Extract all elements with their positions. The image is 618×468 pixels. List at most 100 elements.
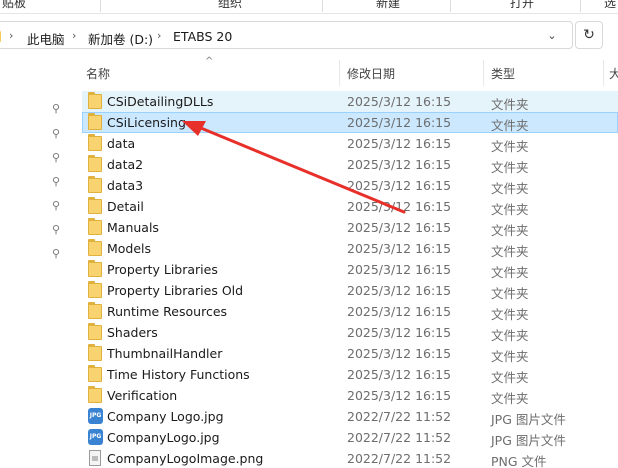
ribbon-open-label[interactable]: 打开: [510, 0, 534, 11]
file-row-property-libraries[interactable]: Property Libraries 2025/3/12 16:15 文件夹: [82, 259, 618, 280]
jpg-file-icon: JPG: [88, 408, 103, 424]
folder-icon: [88, 176, 102, 193]
file-name: CompanyLogo.jpg: [107, 430, 220, 445]
file-type: 文件夹: [491, 286, 529, 301]
file-date: 2022/7/22 11:52: [347, 451, 452, 466]
file-type: 文件夹: [491, 307, 529, 322]
file-type: 文件夹: [491, 118, 529, 133]
folder-icon: [88, 344, 102, 361]
file-date: 2025/3/12 16:15: [347, 346, 452, 361]
column-header-date[interactable]: 修改日期: [347, 65, 395, 82]
file-row-runtime-resources[interactable]: Runtime Resources 2025/3/12 16:15 文件夹: [82, 301, 618, 322]
file-row-detail[interactable]: Detail 2025/3/12 16:15 文件夹: [82, 196, 618, 217]
breadcrumb-etabs-20[interactable]: ETABS 20: [173, 29, 232, 44]
ribbon-toolbar: 贴板 组织 新建 打开 选: [0, 0, 618, 14]
chevron-down-icon[interactable]: ⌄: [542, 29, 562, 45]
file-date: 2022/7/22 11:52: [347, 409, 452, 424]
file-name: Property Libraries: [107, 262, 218, 277]
file-date: 2025/3/12 16:15: [347, 241, 452, 256]
file-type: 文件夹: [491, 97, 529, 112]
file-row-time-history-functions[interactable]: Time History Functions 2025/3/12 16:15 文…: [82, 364, 618, 385]
file-date: 2022/7/22 11:52: [347, 430, 452, 445]
file-row-data3[interactable]: data3 2025/3/12 16:15 文件夹: [82, 175, 618, 196]
file-type: JPG 图片文件: [491, 412, 566, 427]
file-date: 2025/3/12 16:15: [347, 283, 452, 298]
breadcrumb-drive-d[interactable]: 新加卷 (D:): [88, 29, 153, 48]
breadcrumb-this-pc[interactable]: 此电脑: [27, 29, 65, 48]
folder-icon: [88, 302, 102, 319]
file-type: 文件夹: [491, 223, 529, 238]
pin-icon[interactable]: ⚲: [50, 248, 62, 260]
column-resize-handle[interactable]: [603, 60, 604, 86]
file-row-property-libraries-old[interactable]: Property Libraries Old 2025/3/12 16:15 文…: [82, 280, 618, 301]
file-row-verification[interactable]: Verification 2025/3/12 16:15 文件夹: [82, 385, 618, 406]
chevron-right-icon[interactable]: ›: [72, 29, 76, 42]
file-row-data[interactable]: data 2025/3/12 16:15 文件夹: [82, 133, 618, 154]
file-type: 文件夹: [491, 181, 529, 196]
folder-icon: [88, 92, 102, 109]
sort-up-icon: ^: [205, 56, 214, 67]
file-row-data2[interactable]: data2 2025/3/12 16:15 文件夹: [82, 154, 618, 175]
file-name: data: [107, 136, 136, 151]
file-date: 2025/3/12 16:15: [347, 199, 452, 214]
file-type: 文件夹: [491, 391, 529, 406]
ribbon-new-label[interactable]: 新建: [376, 0, 400, 11]
file-type: PNG 文件: [491, 454, 547, 468]
ribbon-select-label[interactable]: 选: [604, 0, 616, 11]
file-type: 文件夹: [491, 244, 529, 259]
address-bar-row: › 此电脑 › 新加卷 (D:) › ETABS 20 ⌄ ↻: [0, 18, 618, 52]
refresh-icon[interactable]: ↻: [575, 21, 603, 49]
column-header-size[interactable]: 大: [609, 65, 618, 82]
file-row-shaders[interactable]: Shaders 2025/3/12 16:15 文件夹: [82, 322, 618, 343]
pin-icon[interactable]: ⚲: [50, 152, 62, 164]
pin-icon[interactable]: ⚲: [50, 176, 62, 188]
file-date: 2025/3/12 16:15: [347, 136, 452, 151]
address-bar[interactable]: › 此电脑 › 新加卷 (D:) › ETABS 20 ⌄: [0, 21, 573, 49]
pin-icon[interactable]: ⚲: [50, 128, 62, 140]
pin-icon[interactable]: ⚲: [50, 224, 62, 236]
folder-icon: [0, 31, 1, 42]
file-name: Verification: [107, 388, 178, 403]
file-row-models[interactable]: Models 2025/3/12 16:15 文件夹: [82, 238, 618, 259]
column-header-type[interactable]: 类型: [491, 65, 515, 82]
file-type: 文件夹: [491, 139, 529, 154]
pin-icon[interactable]: ⚲: [50, 103, 62, 115]
folder-icon: [88, 197, 102, 214]
pin-icon[interactable]: ⚲: [50, 200, 62, 212]
folder-icon: [88, 218, 102, 235]
column-resize-handle[interactable]: [483, 60, 484, 86]
folder-icon: [88, 365, 102, 382]
file-date: 2025/3/12 16:15: [347, 157, 452, 172]
jpg-file-icon: JPG: [88, 429, 103, 445]
file-name: Time History Functions: [107, 367, 250, 382]
file-row-csidetailingdlls[interactable]: CSiDetailingDLLs 2025/3/12 16:15 文件夹: [82, 91, 618, 112]
file-row-thumbnailhandler[interactable]: ThumbnailHandler 2025/3/12 16:15 文件夹: [82, 343, 618, 364]
file-date: 2025/3/12 16:15: [347, 388, 452, 403]
chevron-right-icon[interactable]: ›: [9, 29, 13, 42]
file-name: Property Libraries Old: [107, 283, 244, 298]
file-name: Company Logo.jpg: [107, 409, 224, 424]
file-row-company-logo-jpg[interactable]: JPG Company Logo.jpg 2022/7/22 11:52 JPG…: [82, 406, 618, 427]
file-date: 2025/3/12 16:15: [347, 178, 452, 193]
column-resize-handle[interactable]: [339, 60, 340, 86]
file-row-companylogo-jpg[interactable]: JPG CompanyLogo.jpg 2022/7/22 11:52 JPG …: [82, 427, 618, 448]
folder-icon: [88, 386, 102, 403]
png-file-icon: [89, 450, 101, 466]
file-name: data2: [107, 157, 144, 172]
file-row-csilicensing[interactable]: CSiLicensing 2025/3/12 16:15 文件夹: [82, 112, 618, 133]
folder-icon: [88, 260, 102, 277]
ribbon-clipboard-label[interactable]: 贴板: [2, 0, 26, 11]
file-type: 文件夹: [491, 349, 529, 364]
file-date: 2025/3/12 16:15: [347, 304, 452, 319]
folder-icon: [88, 113, 102, 130]
file-name: Manuals: [107, 220, 159, 235]
chevron-right-icon[interactable]: ›: [157, 29, 161, 42]
file-row-manuals[interactable]: Manuals 2025/3/12 16:15 文件夹: [82, 217, 618, 238]
folder-icon: [88, 323, 102, 340]
file-date: 2025/3/12 16:15: [347, 220, 452, 235]
file-row-companylogoimage-png[interactable]: CompanyLogoImage.png 2022/7/22 11:52 PNG…: [82, 448, 618, 468]
column-header-name[interactable]: 名称: [86, 65, 110, 82]
file-type: 文件夹: [491, 370, 529, 385]
ribbon-organize-label[interactable]: 组织: [218, 0, 242, 11]
file-date: 2025/3/12 16:15: [347, 94, 452, 109]
